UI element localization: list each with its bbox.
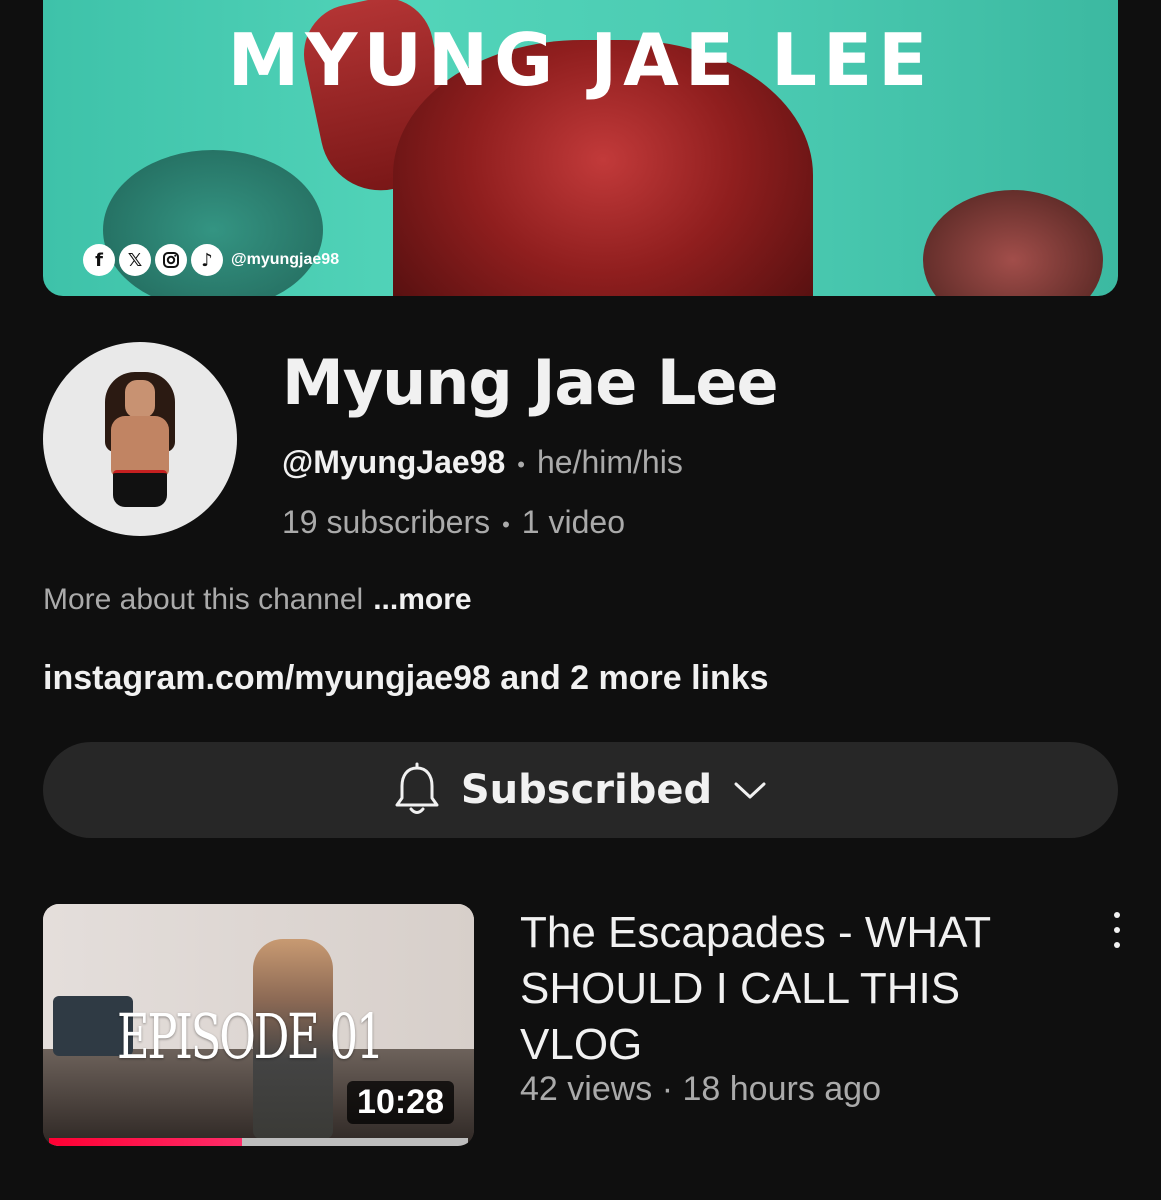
channel-handle-line: @MyungJae98 • he/him/his: [282, 444, 683, 481]
video-duration: 10:28: [347, 1081, 454, 1124]
channel-banner: MYUNG JAE LEE f 𝕏 ♪ @myungjae98: [43, 0, 1118, 296]
banner-title: MYUNG JAE LEE: [227, 18, 934, 102]
video-thumbnail[interactable]: EPISODE 01 10:28: [43, 904, 474, 1146]
thumbnail-episode-text: EPISODE 01: [117, 1000, 384, 1073]
about-more-link[interactable]: ...more: [373, 583, 471, 616]
subscriber-count: 19 subscribers: [282, 504, 491, 540]
instagram-icon: [155, 244, 187, 276]
subscribed-label: Subscribed: [460, 767, 713, 813]
watch-progress-bar: [49, 1138, 468, 1146]
bell-icon: [395, 762, 439, 814]
channel-links[interactable]: instagram.com/myungjae98 and 2 more link…: [43, 659, 769, 698]
separator-dot: •: [502, 511, 510, 537]
more-options-icon[interactable]: [1102, 910, 1132, 950]
facebook-icon: f: [83, 244, 115, 276]
video-meta: 42 views · 18 hours ago: [520, 1070, 882, 1108]
video-views: 42 views: [520, 1070, 653, 1108]
x-icon: 𝕏: [119, 244, 151, 276]
channel-avatar[interactable]: [43, 342, 237, 536]
banner-background-figure: [923, 190, 1103, 296]
video-title[interactable]: The Escapades - WHAT SHOULD I CALL THIS …: [520, 905, 1080, 1073]
banner-social-links: f 𝕏 ♪ @myungjae98: [83, 244, 339, 276]
subscribed-button[interactable]: Subscribed: [43, 742, 1118, 838]
watch-progress-fill: [49, 1138, 242, 1146]
channel-about[interactable]: More about this channel ...more: [43, 583, 472, 617]
chevron-down-icon: [734, 782, 766, 799]
channel-handle: @MyungJae98: [282, 444, 506, 480]
channel-name: Myung Jae Lee: [282, 346, 779, 419]
tiktok-icon: ♪: [191, 244, 223, 276]
channel-pronouns: he/him/his: [536, 444, 683, 480]
video-count: 1 video: [521, 504, 625, 540]
banner-handle: @myungjae98: [231, 251, 340, 268]
video-age: 18 hours ago: [682, 1070, 882, 1108]
separator-dot: •: [517, 451, 525, 477]
about-text: More about this channel: [43, 583, 364, 616]
channel-stats-line: 19 subscribers • 1 video: [282, 504, 625, 541]
